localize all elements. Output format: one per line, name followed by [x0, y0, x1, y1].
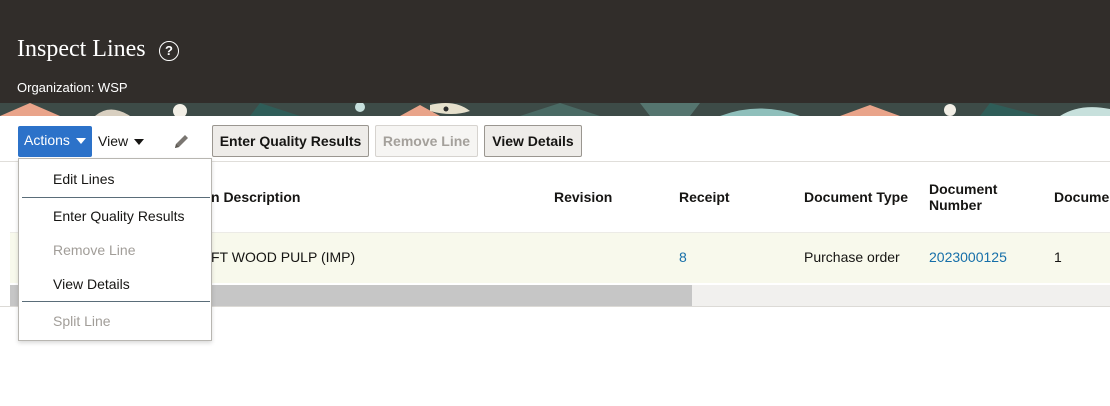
column-header-document-type[interactable]: Document Type: [804, 189, 908, 205]
cell-document-type: Purchase order: [804, 249, 900, 265]
view-details-button[interactable]: View Details: [484, 125, 582, 157]
column-header-item-description[interactable]: n Description: [211, 189, 300, 205]
view-label: View: [98, 133, 129, 149]
menu-item-enter-quality-results[interactable]: Enter Quality Results: [53, 208, 185, 224]
column-header-document-number-line1: Document: [929, 181, 998, 197]
cell-receipt-link[interactable]: 8: [679, 249, 687, 265]
menu-separator: [22, 301, 210, 302]
pencil-edit-icon[interactable]: [172, 133, 192, 151]
column-header-document-number-line2: Number: [929, 197, 982, 213]
menu-item-view-details[interactable]: View Details: [53, 276, 130, 292]
column-header-receipt[interactable]: Receipt: [679, 189, 730, 205]
page-header: Inspect Lines ? Organization: WSP: [0, 0, 1110, 103]
cell-item-description: FT WOOD PULP (IMP): [211, 249, 356, 265]
actions-dropdown-menu: Edit Lines Enter Quality Results Remove …: [18, 158, 212, 341]
column-header-revision[interactable]: Revision: [554, 189, 612, 205]
actions-label: Actions: [24, 132, 70, 148]
cell-document-number-link[interactable]: 2023000125: [929, 249, 1007, 265]
view-menu-button[interactable]: View: [98, 133, 145, 149]
column-header-document-line[interactable]: Docume: [1054, 189, 1109, 205]
menu-separator: [22, 197, 210, 198]
chevron-down-icon: [75, 138, 86, 145]
menu-item-edit-lines[interactable]: Edit Lines: [53, 171, 114, 187]
decorative-banner: [0, 103, 1110, 116]
enter-quality-results-button[interactable]: Enter Quality Results: [212, 125, 369, 157]
actions-menu-button[interactable]: Actions: [18, 126, 92, 157]
remove-line-button[interactable]: Remove Line: [375, 125, 478, 157]
chevron-down-icon: [134, 139, 145, 146]
page-title: Inspect Lines: [17, 36, 146, 62]
cell-document-line: 1: [1054, 249, 1062, 265]
menu-item-remove-line[interactable]: Remove Line: [53, 242, 136, 258]
column-header-document-number[interactable]: Document Number: [929, 181, 997, 213]
banner-pattern-icon: [0, 103, 1110, 116]
help-icon[interactable]: ?: [159, 41, 179, 61]
organization-label: Organization: WSP: [17, 80, 128, 95]
menu-item-split-line[interactable]: Split Line: [53, 313, 111, 329]
